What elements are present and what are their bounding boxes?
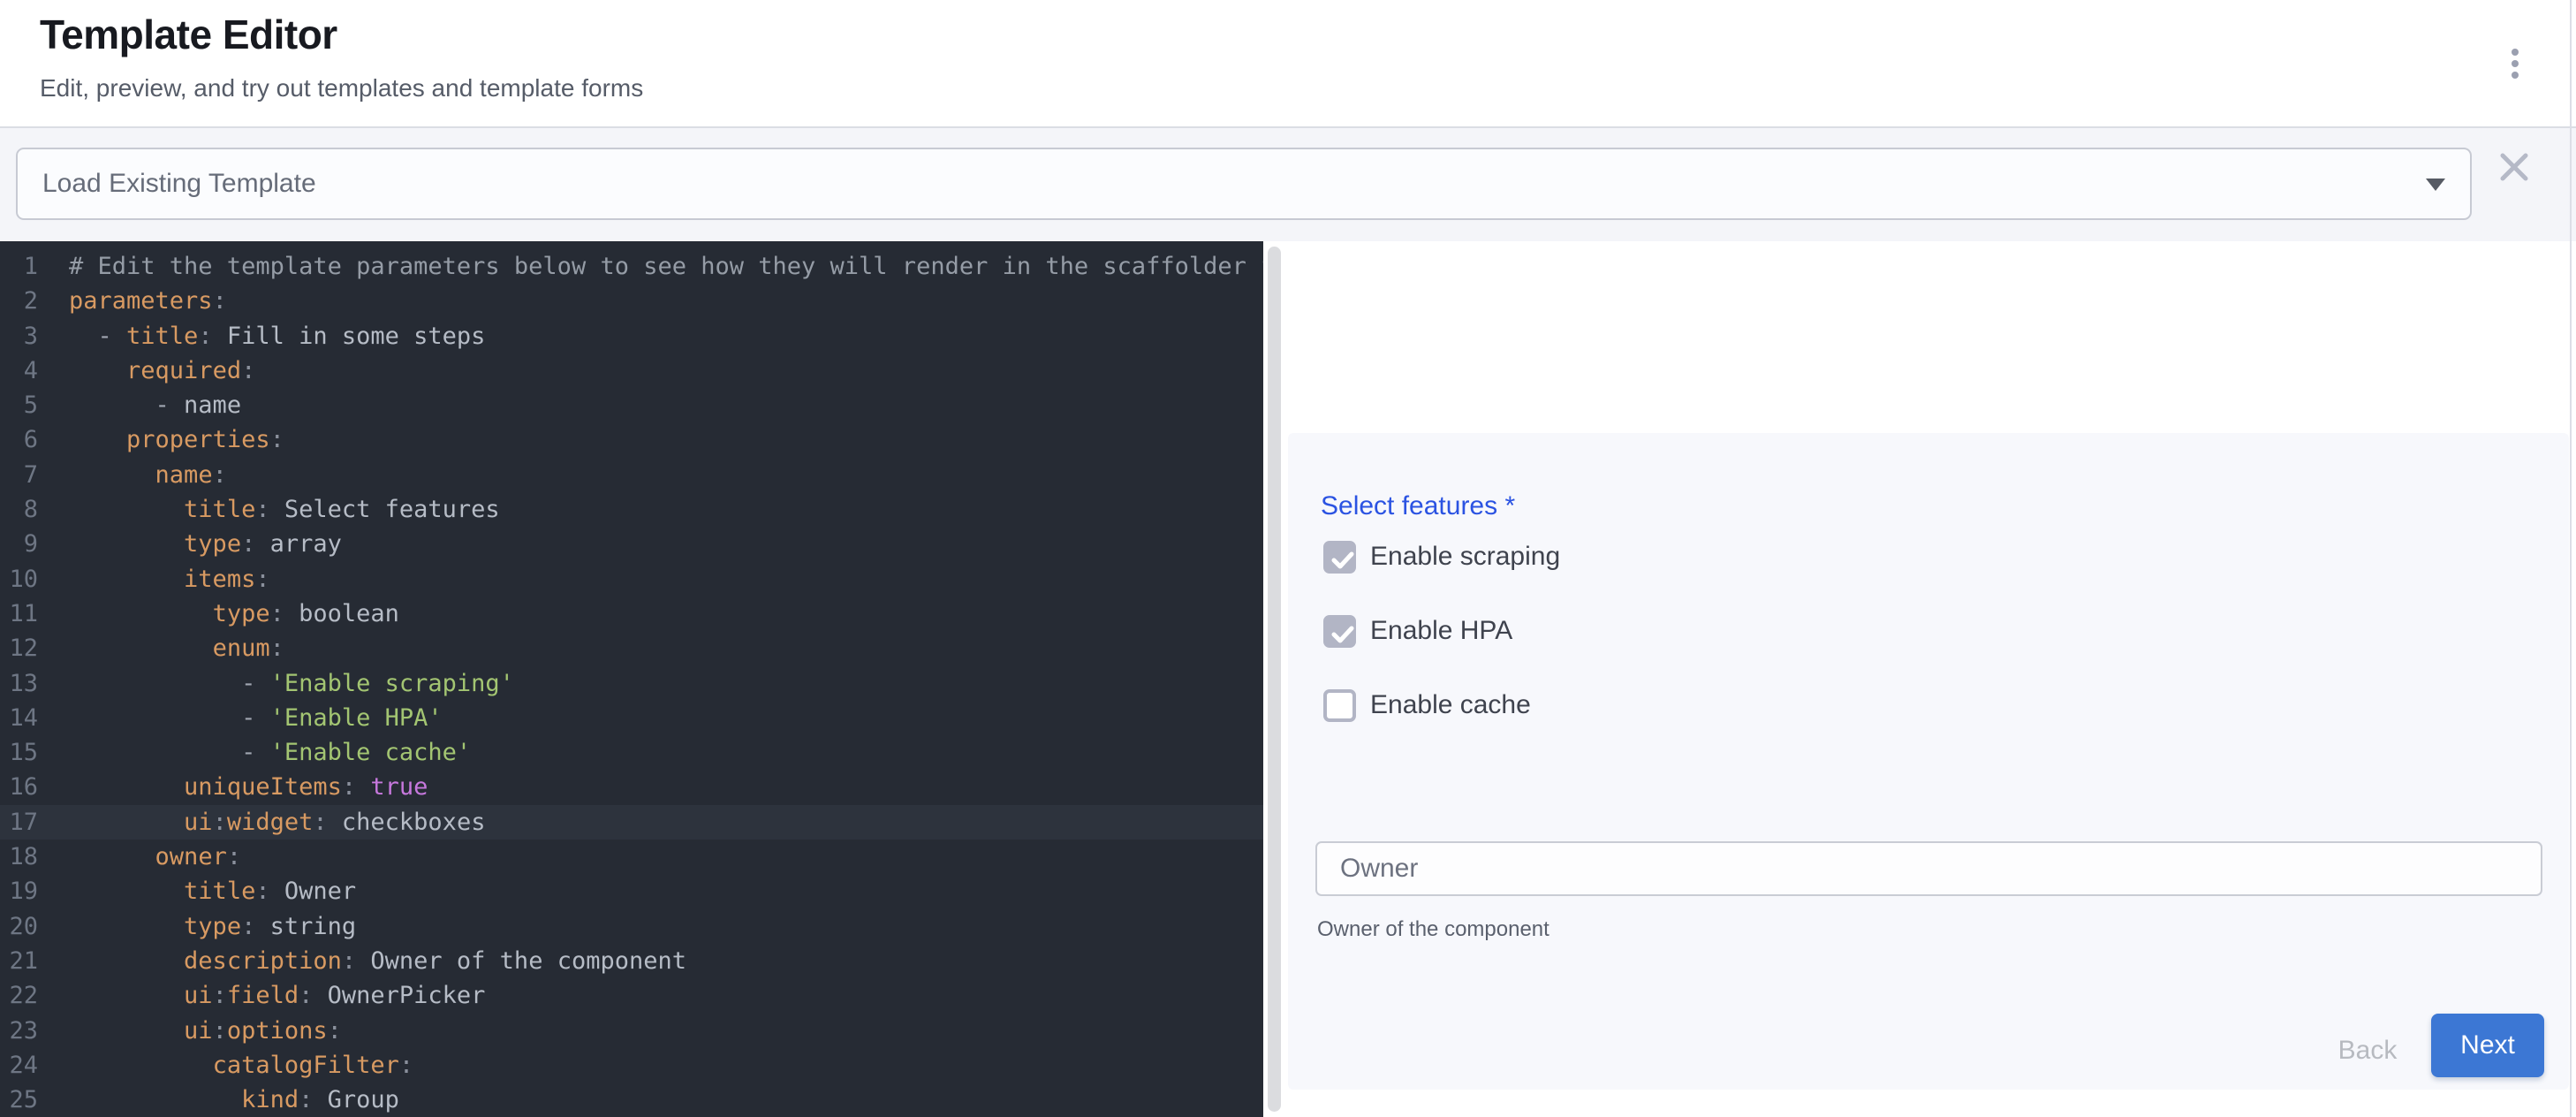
code-line-21: 21 description: Owner of the component — [0, 944, 1263, 978]
kebab-vertical-icon — [2512, 60, 2519, 67]
code-line-22: 22 ui:field: OwnerPicker — [0, 978, 1263, 1013]
line-number: 10 — [0, 562, 38, 596]
page-right-border — [2570, 0, 2572, 1117]
line-number: 23 — [0, 1014, 38, 1048]
code-line-13: 13 - 'Enable scraping' — [0, 666, 1263, 701]
line-number: 16 — [0, 770, 38, 804]
line-number: 9 — [0, 527, 38, 561]
line-number: 7 — [0, 458, 38, 492]
code-line-12: 12 enum: — [0, 631, 1263, 665]
load-template-toolbar: Load Existing Template — [0, 128, 2576, 241]
line-number: 11 — [0, 596, 38, 631]
yaml-code-editor[interactable]: 1# Edit the template parameters below to… — [0, 241, 1263, 1117]
kebab-vertical-icon — [2512, 72, 2519, 79]
code-line-18: 18 owner: — [0, 840, 1263, 874]
code-line-2: 2parameters: — [0, 284, 1263, 318]
code-line-8: 8 title: Select features — [0, 492, 1263, 527]
owner-helper-text: Owner of the component — [1317, 917, 1549, 942]
line-number: 2 — [0, 284, 38, 318]
checkbox-enable-scraping[interactable]: Enable scraping — [1323, 540, 1560, 574]
next-button[interactable]: Next — [2431, 1014, 2544, 1077]
checkbox-box — [1323, 615, 1356, 648]
line-number: 20 — [0, 909, 38, 944]
checkbox-label: Enable cache — [1370, 690, 1531, 720]
line-number: 1 — [0, 249, 38, 284]
code-line-25: 25 kind: Group — [0, 1083, 1263, 1117]
code-line-7: 7 name: — [0, 458, 1263, 492]
code-line-11: 11 type: boolean — [0, 596, 1263, 631]
select-value: Load Existing Template — [42, 169, 316, 199]
code-line-6: 6 properties: — [0, 422, 1263, 457]
line-number: 12 — [0, 631, 38, 665]
line-number: 18 — [0, 840, 38, 874]
code-line-10: 10 items: — [0, 562, 1263, 596]
page-subtitle: Edit, preview, and try out templates and… — [40, 74, 643, 103]
checkbox-enable-hpa[interactable]: Enable HPA — [1323, 614, 1512, 648]
required-asterisk: * — [1504, 491, 1515, 521]
code-line-24: 24 catalogFilter: — [0, 1048, 1263, 1083]
line-number: 4 — [0, 353, 38, 388]
line-number: 17 — [0, 805, 38, 840]
line-number: 24 — [0, 1048, 38, 1083]
code-line-19: 19 title: Owner — [0, 874, 1263, 908]
checkbox-enable-cache[interactable]: Enable cache — [1323, 688, 1531, 722]
line-number: 14 — [0, 701, 38, 735]
code-line-5: 5 - name — [0, 388, 1263, 422]
line-number: 13 — [0, 666, 38, 701]
load-existing-template-select[interactable]: Load Existing Template — [16, 148, 2472, 220]
x-icon — [2493, 146, 2535, 188]
code-line-23: 23 ui:options: — [0, 1014, 1263, 1048]
back-button[interactable]: Back — [2323, 1022, 2412, 1080]
code-line-16: 16 uniqueItems: true — [0, 770, 1263, 804]
check-icon — [1328, 619, 1357, 649]
owner-input[interactable]: Owner — [1315, 841, 2542, 896]
line-number: 21 — [0, 944, 38, 978]
line-number: 19 — [0, 874, 38, 908]
owner-input-value: Owner — [1340, 854, 1418, 884]
code-line-17: 17 ui:widget: checkboxes — [0, 805, 1263, 840]
checkbox-label: Enable HPA — [1370, 616, 1512, 646]
checkbox-box — [1323, 689, 1356, 722]
code-line-20: 20 type: string — [0, 909, 1263, 944]
checkbox-box — [1323, 541, 1356, 574]
page-title: Template Editor — [40, 11, 337, 58]
line-number: 5 — [0, 388, 38, 422]
caret-down-icon — [2426, 179, 2445, 191]
close-button[interactable] — [2493, 146, 2535, 188]
template-preview-panel: 1 2 3 Fill in some steps Choose a locati… — [1281, 241, 2576, 1117]
kebab-vertical-icon — [2512, 49, 2519, 56]
check-icon — [1328, 545, 1357, 574]
editor-resize-handle[interactable] — [1268, 247, 1281, 1112]
checkbox-label: Enable scraping — [1370, 542, 1560, 572]
line-number: 22 — [0, 978, 38, 1013]
line-number: 25 — [0, 1083, 38, 1117]
line-number: 3 — [0, 319, 38, 353]
select-features-label: Select features * — [1321, 491, 1515, 521]
more-options-button[interactable] — [2495, 39, 2535, 88]
code-line-14: 14 - 'Enable HPA' — [0, 701, 1263, 735]
code-line-1: 1# Edit the template parameters below to… — [0, 249, 1263, 284]
template-editor-page: Template Editor Edit, preview, and try o… — [0, 0, 2576, 1117]
line-number: 6 — [0, 422, 38, 457]
line-number: 8 — [0, 492, 38, 527]
code-lines: 1# Edit the template parameters below to… — [0, 241, 1263, 1117]
code-line-15: 15 - 'Enable cache' — [0, 735, 1263, 770]
code-line-9: 9 type: array — [0, 527, 1263, 561]
code-line-4: 4 required: — [0, 353, 1263, 388]
line-number: 15 — [0, 735, 38, 770]
form-card: Select features * Enable scraping Enable — [1288, 433, 2569, 1090]
code-line-3: 3 - title: Fill in some steps — [0, 319, 1263, 353]
